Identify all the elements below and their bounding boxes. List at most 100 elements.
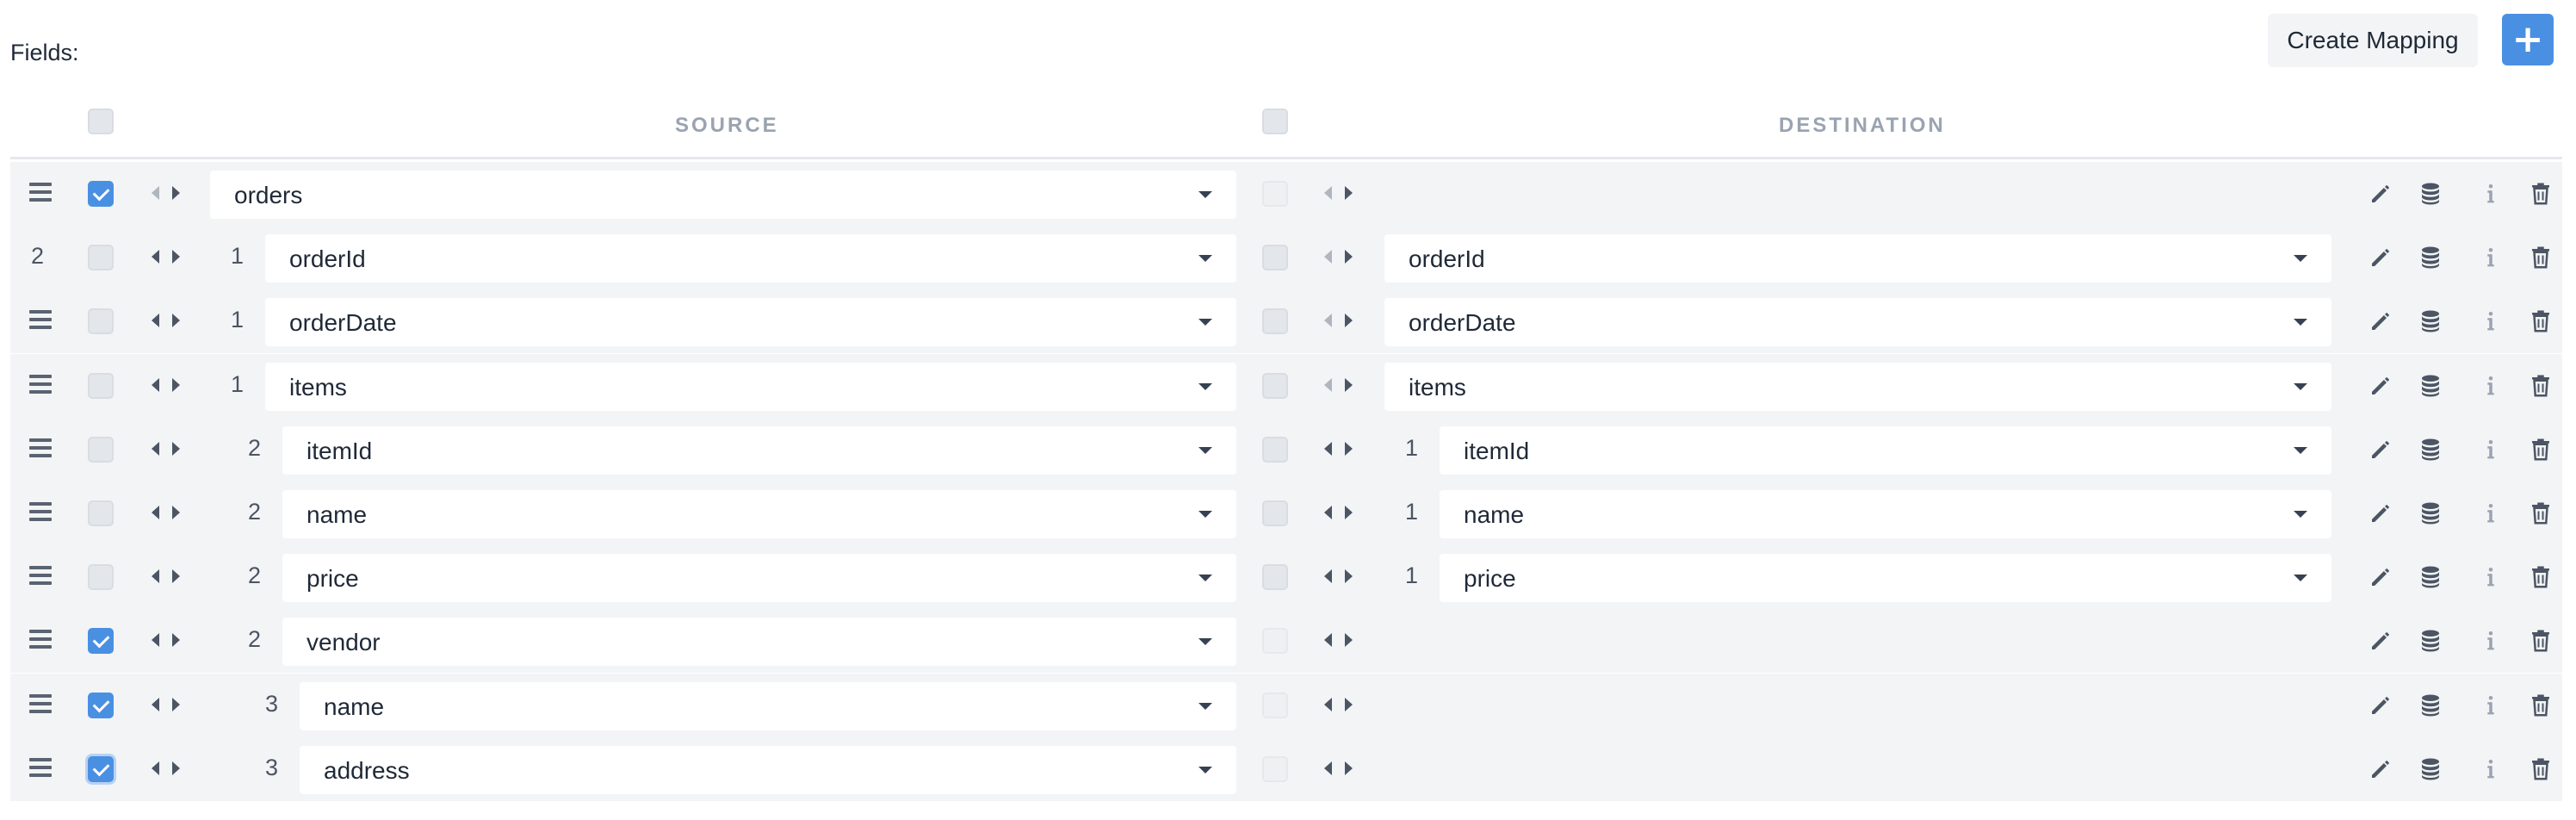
source-row-checkbox[interactable] bbox=[88, 181, 114, 207]
drag-handle-icon[interactable] bbox=[29, 566, 52, 588]
indent-right-icon[interactable] bbox=[1345, 506, 1353, 519]
indent-left-icon[interactable] bbox=[152, 378, 159, 392]
trash-icon[interactable] bbox=[2528, 628, 2554, 654]
select-all-source-checkbox[interactable] bbox=[88, 109, 114, 134]
destination-indent-arrows[interactable] bbox=[1321, 631, 1355, 649]
indent-left-icon[interactable] bbox=[1324, 761, 1332, 775]
indent-left-icon[interactable] bbox=[152, 442, 159, 456]
database-icon[interactable] bbox=[2418, 693, 2443, 718]
indent-left-icon[interactable] bbox=[1324, 698, 1332, 711]
indent-right-icon[interactable] bbox=[1345, 378, 1353, 392]
destination-row-checkbox[interactable] bbox=[1262, 693, 1288, 718]
indent-left-icon[interactable] bbox=[1324, 314, 1332, 327]
indent-right-icon[interactable] bbox=[1345, 698, 1353, 711]
source-field-select[interactable]: price bbox=[282, 554, 1236, 602]
source-indent-arrows[interactable] bbox=[148, 312, 183, 329]
destination-field-select[interactable]: orderId bbox=[1384, 234, 2331, 283]
pencil-icon[interactable] bbox=[2368, 181, 2393, 207]
trash-icon[interactable] bbox=[2528, 693, 2554, 718]
destination-field-select[interactable]: items bbox=[1384, 363, 2331, 411]
info-icon[interactable] bbox=[2478, 373, 2504, 399]
destination-row-checkbox[interactable] bbox=[1262, 245, 1288, 270]
info-icon[interactable] bbox=[2478, 628, 2504, 654]
trash-icon[interactable] bbox=[2528, 500, 2554, 526]
source-row-checkbox[interactable] bbox=[88, 756, 114, 782]
info-icon[interactable] bbox=[2478, 564, 2504, 590]
drag-handle-icon[interactable] bbox=[29, 758, 52, 780]
database-icon[interactable] bbox=[2418, 437, 2443, 463]
destination-row-checkbox[interactable] bbox=[1262, 308, 1288, 334]
indent-left-icon[interactable] bbox=[1324, 633, 1332, 647]
destination-indent-arrows[interactable] bbox=[1321, 376, 1355, 394]
indent-right-icon[interactable] bbox=[1345, 250, 1353, 264]
indent-right-icon[interactable] bbox=[172, 761, 180, 775]
destination-row-checkbox[interactable] bbox=[1262, 181, 1288, 207]
destination-row-checkbox[interactable] bbox=[1262, 373, 1288, 399]
destination-field-select[interactable]: price bbox=[1440, 554, 2331, 602]
destination-indent-arrows[interactable] bbox=[1321, 696, 1355, 713]
destination-row-checkbox[interactable] bbox=[1262, 500, 1288, 526]
source-indent-arrows[interactable] bbox=[148, 696, 183, 713]
source-row-checkbox[interactable] bbox=[88, 564, 114, 590]
indent-right-icon[interactable] bbox=[1345, 314, 1353, 327]
source-row-checkbox[interactable] bbox=[88, 373, 114, 399]
source-indent-arrows[interactable] bbox=[148, 568, 183, 585]
source-indent-arrows[interactable] bbox=[148, 760, 183, 777]
source-field-select[interactable]: orderDate bbox=[265, 298, 1236, 346]
destination-indent-arrows[interactable] bbox=[1321, 184, 1355, 202]
source-field-select[interactable]: name bbox=[300, 682, 1236, 730]
trash-icon[interactable] bbox=[2528, 437, 2554, 463]
trash-icon[interactable] bbox=[2528, 564, 2554, 590]
source-field-select[interactable]: name bbox=[282, 490, 1236, 538]
database-icon[interactable] bbox=[2418, 373, 2443, 399]
source-indent-arrows[interactable] bbox=[148, 504, 183, 521]
trash-icon[interactable] bbox=[2528, 245, 2554, 270]
indent-right-icon[interactable] bbox=[172, 250, 180, 264]
indent-right-icon[interactable] bbox=[172, 569, 180, 583]
database-icon[interactable] bbox=[2418, 756, 2443, 782]
source-row-checkbox[interactable] bbox=[88, 693, 114, 718]
indent-left-icon[interactable] bbox=[152, 506, 159, 519]
pencil-icon[interactable] bbox=[2368, 693, 2393, 718]
pencil-icon[interactable] bbox=[2368, 437, 2393, 463]
indent-left-icon[interactable] bbox=[1324, 506, 1332, 519]
source-field-select[interactable]: orders bbox=[210, 171, 1236, 219]
destination-field-select[interactable]: orderDate bbox=[1384, 298, 2331, 346]
trash-icon[interactable] bbox=[2528, 373, 2554, 399]
indent-right-icon[interactable] bbox=[1345, 186, 1353, 200]
indent-left-icon[interactable] bbox=[152, 186, 159, 200]
pencil-icon[interactable] bbox=[2368, 500, 2393, 526]
info-icon[interactable] bbox=[2478, 500, 2504, 526]
info-icon[interactable] bbox=[2478, 693, 2504, 718]
source-indent-arrows[interactable] bbox=[148, 184, 183, 202]
trash-icon[interactable] bbox=[2528, 181, 2554, 207]
indent-right-icon[interactable] bbox=[172, 442, 180, 456]
source-indent-arrows[interactable] bbox=[148, 440, 183, 457]
indent-left-icon[interactable] bbox=[1324, 569, 1332, 583]
info-icon[interactable] bbox=[2478, 245, 2504, 270]
source-indent-arrows[interactable] bbox=[148, 248, 183, 265]
pencil-icon[interactable] bbox=[2368, 628, 2393, 654]
source-field-select[interactable]: address bbox=[300, 746, 1236, 794]
add-button[interactable]: + bbox=[2502, 14, 2554, 65]
destination-row-checkbox[interactable] bbox=[1262, 756, 1288, 782]
indent-left-icon[interactable] bbox=[152, 250, 159, 264]
pencil-icon[interactable] bbox=[2368, 373, 2393, 399]
info-icon[interactable] bbox=[2478, 437, 2504, 463]
source-field-select[interactable]: vendor bbox=[282, 618, 1236, 666]
indent-left-icon[interactable] bbox=[1324, 442, 1332, 456]
info-icon[interactable] bbox=[2478, 181, 2504, 207]
indent-left-icon[interactable] bbox=[152, 314, 159, 327]
indent-left-icon[interactable] bbox=[1324, 186, 1332, 200]
create-mapping-button[interactable]: Create Mapping bbox=[2268, 14, 2478, 67]
source-indent-arrows[interactable] bbox=[148, 631, 183, 649]
destination-row-checkbox[interactable] bbox=[1262, 564, 1288, 590]
indent-right-icon[interactable] bbox=[172, 186, 180, 200]
indent-right-icon[interactable] bbox=[1345, 761, 1353, 775]
indent-left-icon[interactable] bbox=[152, 569, 159, 583]
pencil-icon[interactable] bbox=[2368, 564, 2393, 590]
pencil-icon[interactable] bbox=[2368, 308, 2393, 334]
indent-right-icon[interactable] bbox=[172, 698, 180, 711]
source-field-select[interactable]: itemId bbox=[282, 426, 1236, 475]
indent-right-icon[interactable] bbox=[1345, 633, 1353, 647]
